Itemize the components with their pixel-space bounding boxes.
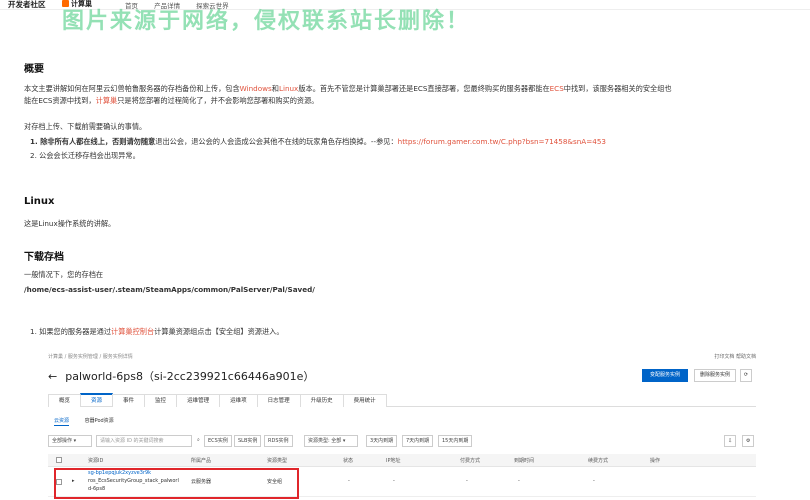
tab-overview[interactable]: 概览 xyxy=(48,394,82,407)
filter-ecs[interactable]: ECS实例 xyxy=(204,435,232,447)
tab-logs[interactable]: 日志管理 xyxy=(256,394,301,407)
download-heading: 下载存档 xyxy=(24,252,64,263)
step-1: 1. 如果您的服务器是通过计算巢控制台计算巢资源组点击【安全组】资源进入。 xyxy=(30,326,284,338)
console-tabs: 概览 资源 事件 监控 运维管理 运维项 日志管理 升级历史 费用统计 xyxy=(48,393,756,407)
tab-cost[interactable]: 费用统计 xyxy=(342,394,387,407)
tab-events[interactable]: 事件 xyxy=(112,394,146,407)
compute-nest-link[interactable]: 计算巢 xyxy=(96,96,118,105)
row-ip: - xyxy=(393,478,395,484)
highlight-box xyxy=(54,468,299,499)
help-links[interactable]: 打印文档 帮助文档 xyxy=(714,353,756,360)
overview-line-2: 能在ECS资源中找到，计算巢只是将您部署的过程简化了，并不会影响您部署和购买的资… xyxy=(24,95,318,107)
batch-action-select[interactable]: 全部操作 ▾ xyxy=(48,435,92,447)
settings-icon[interactable]: ⚙ xyxy=(742,435,754,447)
tab-resources[interactable]: 资源 xyxy=(80,393,114,406)
table-header: 资源ID 所属产品 资源类型 状态 IP地址 付费方式 到期时间 续费方式 操作 xyxy=(48,454,756,467)
ecs-link[interactable]: ECS xyxy=(550,84,564,93)
instance-title: ← palworld-6ps8（si-2cc239921c66446a901e） xyxy=(48,368,314,384)
text: 版本。首先不管您是计算巢部署还是ECS直接部署，您最终购买的服务器都能在 xyxy=(298,84,550,93)
watermark: 图片来源于网络，侵权联系站长删除！ xyxy=(62,9,471,34)
resource-search-input[interactable]: 请输入资源 ID 的关键词搜索 xyxy=(96,435,192,447)
tab-ops-management[interactable]: 运维管理 xyxy=(176,394,221,407)
text: 本文主要讲解如何在阿里云幻兽帕鲁服务器的存档备份和上传，包含 xyxy=(24,84,240,93)
overview-heading: 概要 xyxy=(24,64,44,75)
row-renew: - xyxy=(593,478,595,484)
save-path: /home/ecs-assist-user/.steam/SteamApps/c… xyxy=(24,285,315,294)
change-instance-button[interactable]: 变配服务实例 xyxy=(642,369,688,382)
forum-link[interactable]: https://forum.gamer.com.tw/C.php?bsn=714… xyxy=(398,137,606,146)
search-icon[interactable]: ⌕ xyxy=(194,435,200,447)
filter-slb[interactable]: SLB实例 xyxy=(234,435,262,447)
linux-desc: 这是Linux操作系统的讲解。 xyxy=(24,219,116,228)
resource-subtabs: 云资源 容器Pod资源 xyxy=(54,417,128,426)
text: 中找到，该服务器相关的安全组也 xyxy=(563,84,672,93)
text: 和 xyxy=(271,84,279,93)
col-resource-id: 资源ID xyxy=(88,458,104,464)
text: 能在ECS资源中找到， xyxy=(24,96,96,105)
tab-ops-items[interactable]: 运维项 xyxy=(219,394,258,407)
filter-7-days[interactable]: 7天内到期 xyxy=(402,435,434,447)
download-desc: 一般情况下，您的存档在 xyxy=(24,270,104,279)
col-expire: 到期时间 xyxy=(514,458,535,464)
back-arrow-icon[interactable]: ← xyxy=(48,370,57,383)
breadcrumb: 计算巢 / 服务实例管理 / 服务实例详情 xyxy=(48,354,133,360)
row-expire: - xyxy=(518,478,520,484)
subtab-pod-resources[interactable]: 容器Pod资源 xyxy=(85,418,114,424)
filter-3-days[interactable]: 3天内到期 xyxy=(366,435,398,447)
col-renew: 续费方式 xyxy=(588,458,609,464)
col-status: 状态 xyxy=(343,458,354,464)
confirm-intro: 对存档上传、下载前需要确认的事情。 xyxy=(24,122,147,131)
col-product: 所属产品 xyxy=(191,458,212,464)
col-billing: 付费方式 xyxy=(460,458,481,464)
text: 退出公会，退公会的人会造成公会其他不在线的玩家角色存档换掉。--参见： xyxy=(155,137,398,146)
subtab-cloud-resources[interactable]: 云资源 xyxy=(54,418,70,426)
select-all-checkbox[interactable] xyxy=(56,457,62,463)
row-billing: - xyxy=(466,478,468,484)
tab-upgrade-history[interactable]: 升级历史 xyxy=(299,394,344,407)
col-actions: 操作 xyxy=(650,458,661,464)
confirm-item-1: 1. 除非所有人都在线上，否则请勿随意退出公会，退公会的人会造成公会其他不在线的… xyxy=(30,136,606,148)
text: 1. 除非所有人都在线上，否则请勿随意 xyxy=(30,137,156,146)
refresh-icon[interactable]: ⟳ xyxy=(740,369,752,382)
linux-link[interactable]: Linux xyxy=(279,84,298,93)
filter-bar: 全部操作 ▾ 请输入资源 ID 的关键词搜索 ⌕ ECS实例 SLB实例 RDS… xyxy=(48,435,756,447)
linux-heading: Linux xyxy=(24,196,55,207)
windows-link[interactable]: Windows xyxy=(240,84,272,93)
brand-name[interactable]: 开发者社区 xyxy=(8,0,46,10)
console-screenshot: 计算巢 / 服务实例管理 / 服务实例详情 打印文档 帮助文档 ← palworl… xyxy=(44,350,756,500)
delete-instance-button[interactable]: 删除服务实例 xyxy=(694,369,736,382)
col-type: 资源类型 xyxy=(267,458,288,464)
text: 只是将您部署的过程简化了，并不会影响您部署和购买的资源。 xyxy=(117,96,319,105)
tab-monitoring[interactable]: 监控 xyxy=(144,394,178,407)
text: 计算巢资源组点击【安全组】资源进入。 xyxy=(154,327,284,336)
filter-15-days[interactable]: 15天内到期 xyxy=(438,435,473,447)
console-link[interactable]: 计算巢控制台 xyxy=(111,327,154,336)
instance-name: palworld-6ps8（si-2cc239921c66446a901e） xyxy=(65,370,315,383)
text: 1. 如果您的服务器是通过 xyxy=(30,327,112,336)
confirm-item-2: 2. 公会会长迁移存档会出现异常。 xyxy=(30,151,140,160)
overview-line-1: 本文主要讲解如何在阿里云幻兽帕鲁服务器的存档备份和上传，包含Windows和Li… xyxy=(24,83,672,95)
filter-rds[interactable]: RDS实例 xyxy=(264,435,293,447)
col-ip: IP地址 xyxy=(386,458,401,464)
row-status: - xyxy=(348,478,350,484)
download-icon[interactable]: ⇩ xyxy=(724,435,736,447)
resource-type-select[interactable]: 资源类型: 全部 ▾ xyxy=(304,435,358,447)
